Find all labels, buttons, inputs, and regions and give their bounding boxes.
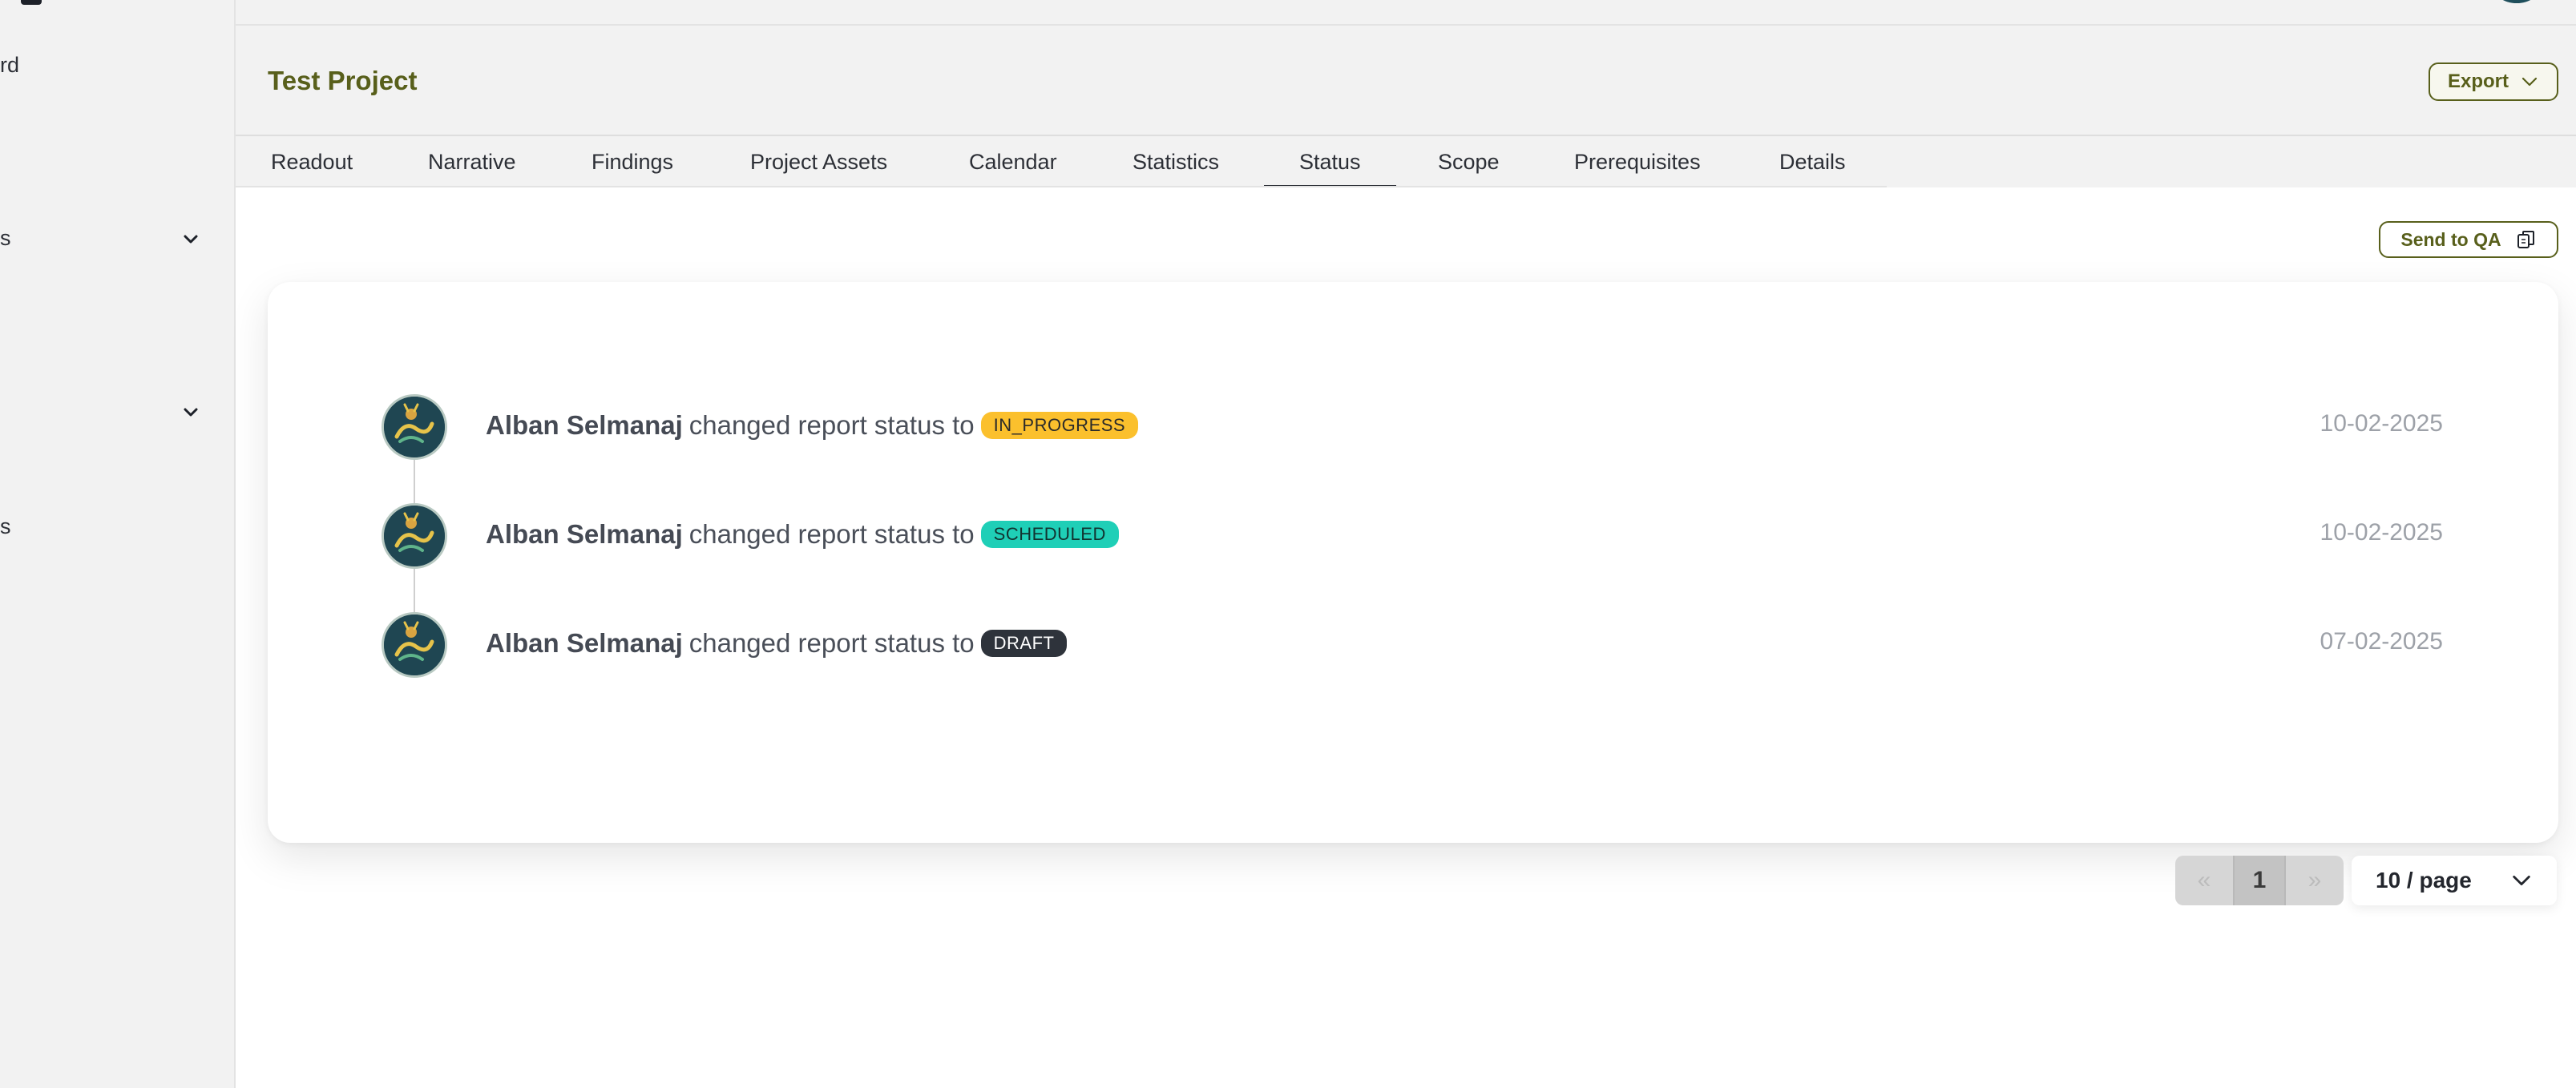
next-page-button[interactable]: » [2286, 856, 2344, 905]
sidebar-item-settings[interactable]: s [0, 514, 11, 539]
dragon-avatar-icon [384, 397, 445, 457]
timeline-user[interactable]: Alban Selmanaj [486, 410, 683, 441]
dragon-avatar-icon [384, 615, 445, 675]
status-timeline-card: Alban Selmanaj changed report status to … [268, 282, 2558, 843]
tab-status[interactable]: Status [1264, 136, 1395, 187]
export-button[interactable]: Export [2429, 62, 2558, 101]
user-avatar[interactable] [2493, 0, 2541, 3]
chevron-down-icon [2521, 77, 2538, 87]
tab-prerequisites[interactable]: Prerequisites [1574, 136, 1701, 187]
sidebar: rd s s [0, 0, 236, 1088]
timeline-item: Alban Selmanaj changed report status to … [268, 612, 2558, 679]
sidebar-item-dashboard[interactable]: rd [0, 53, 19, 78]
timeline-date: 10-02-2025 [2320, 410, 2443, 437]
avatar [382, 503, 447, 569]
tab-readout[interactable]: Readout [271, 136, 353, 187]
pagination: « 1 » [2175, 856, 2344, 905]
timeline-date: 10-02-2025 [2320, 519, 2443, 546]
project-tabs: Readout Narrative Findings Project Asset… [236, 136, 2576, 187]
timeline-action: changed report status to [688, 519, 975, 549]
top-bar [236, 0, 2576, 26]
status-badge: DRAFT [980, 630, 1068, 657]
chevron-down-icon[interactable] [181, 402, 200, 421]
tab-calendar[interactable]: Calendar [969, 136, 1057, 187]
timeline-user[interactable]: Alban Selmanaj [486, 519, 683, 550]
tab-narrative[interactable]: Narrative [428, 136, 516, 187]
send-to-qa-button[interactable]: Send to QA [2379, 221, 2558, 258]
avatar [382, 394, 447, 460]
avatar [382, 612, 447, 678]
copy-icon [2517, 231, 2534, 248]
timeline-text: Alban Selmanaj changed report status to … [486, 519, 1119, 550]
timeline-item: Alban Selmanaj changed report status to … [268, 394, 2558, 461]
tab-details[interactable]: Details [1779, 136, 1846, 187]
page-size-select[interactable]: 10 / page [2352, 856, 2557, 905]
timeline-action: changed report status to [688, 628, 975, 658]
prev-page-button[interactable]: « [2175, 856, 2233, 905]
dragon-avatar-icon [384, 506, 445, 566]
timeline-action: changed report status to [688, 410, 975, 440]
timeline-text: Alban Selmanaj changed report status to … [486, 628, 1068, 659]
timeline-user[interactable]: Alban Selmanaj [486, 628, 683, 659]
app-logo-icon [21, 0, 42, 5]
timeline-text: Alban Selmanaj changed report status to … [486, 410, 1139, 441]
status-badge: SCHEDULED [980, 521, 1119, 548]
chevron-down-icon[interactable] [181, 229, 200, 248]
status-badge: IN_PROGRESS [980, 412, 1139, 439]
tab-project-assets[interactable]: Project Assets [750, 136, 887, 187]
page-size-value: 10 / page [2376, 868, 2472, 893]
tab-statistics[interactable]: Statistics [1133, 136, 1219, 187]
export-button-label: Export [2447, 71, 2509, 92]
chevron-down-icon [2513, 875, 2530, 886]
tab-findings[interactable]: Findings [592, 136, 673, 187]
timeline-item: Alban Selmanaj changed report status to … [268, 503, 2558, 570]
send-to-qa-label: Send to QA [2400, 228, 2501, 250]
sidebar-item-group-1[interactable]: s [0, 226, 11, 251]
page-title: Test Project [268, 66, 418, 95]
timeline-date: 07-02-2025 [2320, 628, 2443, 655]
tab-scope[interactable]: Scope [1438, 136, 1500, 187]
status-panel: Send to QA Alban Selmanaj changed report [236, 187, 2576, 1088]
page-number-button[interactable]: 1 [2233, 856, 2286, 905]
project-header: Test Project Export [236, 26, 2576, 136]
